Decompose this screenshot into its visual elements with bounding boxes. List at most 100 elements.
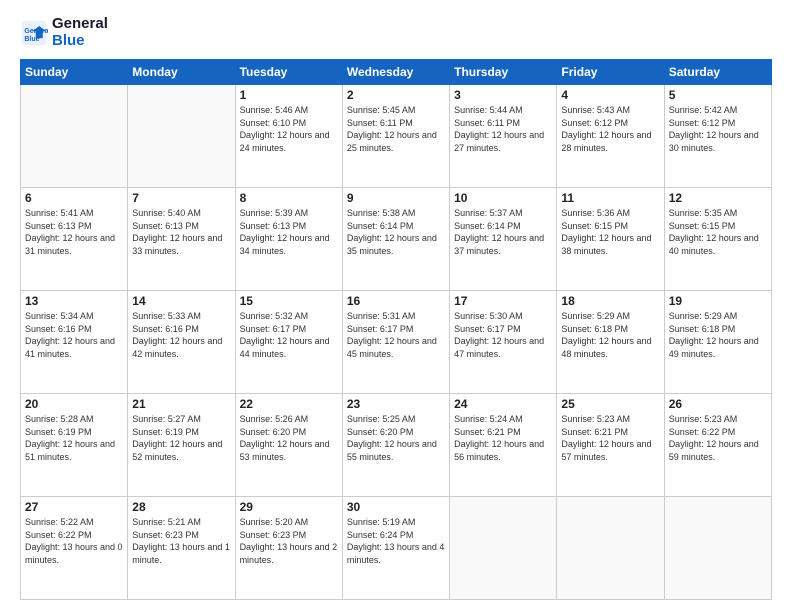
weekday-header-friday: Friday bbox=[557, 60, 664, 85]
week-row-3: 13 Sunrise: 5:34 AM Sunset: 6:16 PM Dayli… bbox=[21, 291, 772, 394]
day-info: Sunrise: 5:25 AM Sunset: 6:20 PM Dayligh… bbox=[347, 413, 445, 463]
calendar-cell-1-3: 9 Sunrise: 5:38 AM Sunset: 6:14 PM Daylig… bbox=[342, 188, 449, 291]
day-info: Sunrise: 5:26 AM Sunset: 6:20 PM Dayligh… bbox=[240, 413, 338, 463]
weekday-header-wednesday: Wednesday bbox=[342, 60, 449, 85]
day-number: 11 bbox=[561, 191, 659, 205]
day-info: Sunrise: 5:40 AM Sunset: 6:13 PM Dayligh… bbox=[132, 207, 230, 257]
day-number: 13 bbox=[25, 294, 123, 308]
logo-icon: General Blue bbox=[20, 19, 48, 47]
calendar-cell-1-1: 7 Sunrise: 5:40 AM Sunset: 6:13 PM Daylig… bbox=[128, 188, 235, 291]
calendar-cell-2-4: 17 Sunrise: 5:30 AM Sunset: 6:17 PM Dayli… bbox=[450, 291, 557, 394]
day-info: Sunrise: 5:22 AM Sunset: 6:22 PM Dayligh… bbox=[25, 516, 123, 566]
day-info: Sunrise: 5:21 AM Sunset: 6:23 PM Dayligh… bbox=[132, 516, 230, 566]
day-number: 12 bbox=[669, 191, 767, 205]
day-info: Sunrise: 5:41 AM Sunset: 6:13 PM Dayligh… bbox=[25, 207, 123, 257]
day-info: Sunrise: 5:45 AM Sunset: 6:11 PM Dayligh… bbox=[347, 104, 445, 154]
calendar-cell-3-5: 25 Sunrise: 5:23 AM Sunset: 6:21 PM Dayli… bbox=[557, 394, 664, 497]
day-number: 2 bbox=[347, 88, 445, 102]
logo: General Blue General Blue bbox=[20, 16, 108, 49]
calendar-cell-0-3: 2 Sunrise: 5:45 AM Sunset: 6:11 PM Daylig… bbox=[342, 85, 449, 188]
day-info: Sunrise: 5:28 AM Sunset: 6:19 PM Dayligh… bbox=[25, 413, 123, 463]
calendar-cell-0-5: 4 Sunrise: 5:43 AM Sunset: 6:12 PM Daylig… bbox=[557, 85, 664, 188]
day-number: 6 bbox=[25, 191, 123, 205]
day-info: Sunrise: 5:44 AM Sunset: 6:11 PM Dayligh… bbox=[454, 104, 552, 154]
day-number: 15 bbox=[240, 294, 338, 308]
day-info: Sunrise: 5:32 AM Sunset: 6:17 PM Dayligh… bbox=[240, 310, 338, 360]
day-info: Sunrise: 5:24 AM Sunset: 6:21 PM Dayligh… bbox=[454, 413, 552, 463]
day-number: 10 bbox=[454, 191, 552, 205]
calendar-cell-2-0: 13 Sunrise: 5:34 AM Sunset: 6:16 PM Dayli… bbox=[21, 291, 128, 394]
week-row-5: 27Sunrise: 5:22 AM Sunset: 6:22 PM Dayli… bbox=[21, 497, 772, 600]
day-info: Sunrise: 5:29 AM Sunset: 6:18 PM Dayligh… bbox=[561, 310, 659, 360]
day-number: 23 bbox=[347, 397, 445, 411]
week-row-2: 6 Sunrise: 5:41 AM Sunset: 6:13 PM Daylig… bbox=[21, 188, 772, 291]
day-number: 5 bbox=[669, 88, 767, 102]
day-number: 26 bbox=[669, 397, 767, 411]
day-info: Sunrise: 5:30 AM Sunset: 6:17 PM Dayligh… bbox=[454, 310, 552, 360]
day-info: Sunrise: 5:19 AM Sunset: 6:24 PM Dayligh… bbox=[347, 516, 445, 566]
calendar-cell-1-2: 8 Sunrise: 5:39 AM Sunset: 6:13 PM Daylig… bbox=[235, 188, 342, 291]
calendar-cell-1-0: 6 Sunrise: 5:41 AM Sunset: 6:13 PM Daylig… bbox=[21, 188, 128, 291]
day-number: 21 bbox=[132, 397, 230, 411]
day-number: 25 bbox=[561, 397, 659, 411]
calendar-header: SundayMondayTuesdayWednesdayThursdayFrid… bbox=[21, 60, 772, 85]
calendar-cell-0-2: 1Sunrise: 5:46 AM Sunset: 6:10 PM Daylig… bbox=[235, 85, 342, 188]
calendar-cell-4-5 bbox=[557, 497, 664, 600]
weekday-header-saturday: Saturday bbox=[664, 60, 771, 85]
day-info: Sunrise: 5:20 AM Sunset: 6:23 PM Dayligh… bbox=[240, 516, 338, 566]
calendar-cell-1-5: 11 Sunrise: 5:36 AM Sunset: 6:15 PM Dayli… bbox=[557, 188, 664, 291]
header: General Blue General Blue bbox=[20, 16, 772, 49]
weekday-header-tuesday: Tuesday bbox=[235, 60, 342, 85]
week-row-4: 20 Sunrise: 5:28 AM Sunset: 6:19 PM Dayli… bbox=[21, 394, 772, 497]
day-info: Sunrise: 5:38 AM Sunset: 6:14 PM Dayligh… bbox=[347, 207, 445, 257]
day-info: Sunrise: 5:43 AM Sunset: 6:12 PM Dayligh… bbox=[561, 104, 659, 154]
calendar-cell-2-1: 14 Sunrise: 5:33 AM Sunset: 6:16 PM Dayli… bbox=[128, 291, 235, 394]
day-info: Sunrise: 5:37 AM Sunset: 6:14 PM Dayligh… bbox=[454, 207, 552, 257]
day-number: 9 bbox=[347, 191, 445, 205]
calendar-cell-3-4: 24 Sunrise: 5:24 AM Sunset: 6:21 PM Dayli… bbox=[450, 394, 557, 497]
day-info: Sunrise: 5:42 AM Sunset: 6:12 PM Dayligh… bbox=[669, 104, 767, 154]
day-info: Sunrise: 5:23 AM Sunset: 6:22 PM Dayligh… bbox=[669, 413, 767, 463]
day-number: 30 bbox=[347, 500, 445, 514]
calendar-cell-0-1 bbox=[128, 85, 235, 188]
day-number: 8 bbox=[240, 191, 338, 205]
calendar-cell-3-2: 22Sunrise: 5:26 AM Sunset: 6:20 PM Dayli… bbox=[235, 394, 342, 497]
day-info: Sunrise: 5:36 AM Sunset: 6:15 PM Dayligh… bbox=[561, 207, 659, 257]
logo-text: General Blue bbox=[52, 16, 108, 49]
calendar-cell-4-1: 28Sunrise: 5:21 AM Sunset: 6:23 PM Dayli… bbox=[128, 497, 235, 600]
calendar-cell-1-6: 12 Sunrise: 5:35 AM Sunset: 6:15 PM Dayli… bbox=[664, 188, 771, 291]
day-info: Sunrise: 5:29 AM Sunset: 6:18 PM Dayligh… bbox=[669, 310, 767, 360]
day-info: Sunrise: 5:31 AM Sunset: 6:17 PM Dayligh… bbox=[347, 310, 445, 360]
calendar-cell-4-4 bbox=[450, 497, 557, 600]
day-info: Sunrise: 5:23 AM Sunset: 6:21 PM Dayligh… bbox=[561, 413, 659, 463]
calendar-cell-0-6: 5 Sunrise: 5:42 AM Sunset: 6:12 PM Daylig… bbox=[664, 85, 771, 188]
weekday-header-sunday: Sunday bbox=[21, 60, 128, 85]
day-info: Sunrise: 5:34 AM Sunset: 6:16 PM Dayligh… bbox=[25, 310, 123, 360]
day-number: 20 bbox=[25, 397, 123, 411]
day-info: Sunrise: 5:39 AM Sunset: 6:13 PM Dayligh… bbox=[240, 207, 338, 257]
weekday-header-row: SundayMondayTuesdayWednesdayThursdayFrid… bbox=[21, 60, 772, 85]
day-info: Sunrise: 5:33 AM Sunset: 6:16 PM Dayligh… bbox=[132, 310, 230, 360]
calendar-cell-2-2: 15 Sunrise: 5:32 AM Sunset: 6:17 PM Dayli… bbox=[235, 291, 342, 394]
calendar-cell-1-4: 10 Sunrise: 5:37 AM Sunset: 6:14 PM Dayli… bbox=[450, 188, 557, 291]
calendar-cell-4-2: 29Sunrise: 5:20 AM Sunset: 6:23 PM Dayli… bbox=[235, 497, 342, 600]
calendar-cell-3-6: 26 Sunrise: 5:23 AM Sunset: 6:22 PM Dayli… bbox=[664, 394, 771, 497]
page: General Blue General Blue SundayMondayTu… bbox=[0, 0, 792, 612]
day-number: 1 bbox=[240, 88, 338, 102]
day-number: 4 bbox=[561, 88, 659, 102]
calendar-cell-4-0: 27Sunrise: 5:22 AM Sunset: 6:22 PM Dayli… bbox=[21, 497, 128, 600]
weekday-header-thursday: Thursday bbox=[450, 60, 557, 85]
day-number: 24 bbox=[454, 397, 552, 411]
day-number: 7 bbox=[132, 191, 230, 205]
day-info: Sunrise: 5:27 AM Sunset: 6:19 PM Dayligh… bbox=[132, 413, 230, 463]
day-number: 17 bbox=[454, 294, 552, 308]
day-number: 14 bbox=[132, 294, 230, 308]
day-number: 16 bbox=[347, 294, 445, 308]
calendar-cell-0-4: 3Sunrise: 5:44 AM Sunset: 6:11 PM Daylig… bbox=[450, 85, 557, 188]
day-number: 19 bbox=[669, 294, 767, 308]
day-info: Sunrise: 5:35 AM Sunset: 6:15 PM Dayligh… bbox=[669, 207, 767, 257]
calendar-cell-2-3: 16 Sunrise: 5:31 AM Sunset: 6:17 PM Dayli… bbox=[342, 291, 449, 394]
calendar-cell-0-0 bbox=[21, 85, 128, 188]
calendar-cell-4-6 bbox=[664, 497, 771, 600]
calendar-cell-3-3: 23 Sunrise: 5:25 AM Sunset: 6:20 PM Dayli… bbox=[342, 394, 449, 497]
